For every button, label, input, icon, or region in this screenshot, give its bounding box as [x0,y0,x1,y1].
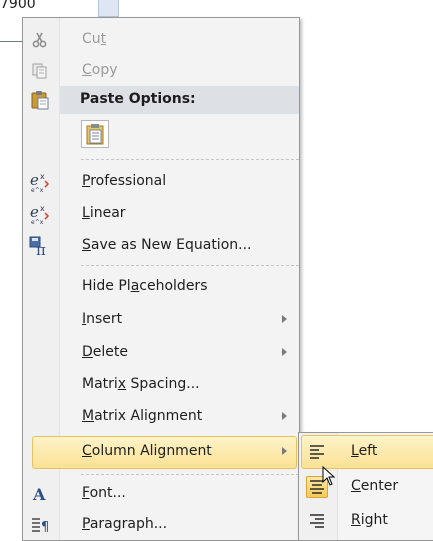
svg-text:x: x [40,204,45,213]
svg-text:e^x: e^x [31,187,44,193]
menu-item-cut[interactable]: Cut [25,24,297,56]
submenu-item-right[interactable]: Right [301,505,433,537]
svg-text:x: x [40,172,45,181]
menu-item-font[interactable]: A Font... [25,478,297,510]
submenu-item-center[interactable]: Center [301,471,433,503]
align-left-icon [306,441,328,463]
svg-text:A: A [32,485,46,504]
font-icon: A [29,484,51,504]
menu-item-column-alignment[interactable]: Column Alignment [25,436,297,468]
menu-item-professional[interactable]: e x e^x Professional [25,166,297,198]
submenu-arrow-icon [282,315,287,323]
background-cell [98,0,119,17]
menu-item-matrix-alignment[interactable]: Matrix Alignment [25,401,297,433]
clipboard-icon [29,90,51,110]
align-right-icon [306,510,328,532]
mouse-cursor-icon [322,466,336,486]
save-equation-icon: π [29,236,51,257]
scissors-icon [29,30,51,50]
paragraph-icon: ¶ [29,515,51,535]
menu-item-matrix-spacing[interactable]: Matrix Spacing... [25,369,297,401]
submenu-arrow-icon [282,447,287,455]
menu-item-delete[interactable]: Delete [25,337,297,369]
svg-text:e^x: e^x [31,219,44,225]
menu-item-paragraph[interactable]: ¶ Paragraph... [25,509,297,541]
svg-text:π: π [36,241,46,257]
submenu-arrow-icon [282,348,287,356]
menu-item-hide-placeholders[interactable]: Hide Placeholders [25,271,297,303]
menu-item-copy[interactable]: Copy [25,55,297,87]
paste-keep-text-button[interactable] [81,120,109,148]
svg-text:¶: ¶ [41,520,49,535]
background-cell-text: 7900 [0,0,36,12]
background-rule [0,41,24,42]
paste-text-icon [86,124,104,145]
context-menu: Cut Copy Paste Options: e x e^x Professi… [22,17,300,541]
menu-item-linear[interactable]: e x e^x Linear [25,198,297,230]
copy-icon [29,61,51,81]
menu-item-insert[interactable]: Insert [25,304,297,336]
equation-linear-icon: e x e^x [29,203,51,225]
submenu-arrow-icon [282,412,287,420]
submenu-item-left[interactable]: Left [301,436,433,468]
column-alignment-submenu: Left Center Right [298,432,433,541]
menu-item-save-as-new-equation[interactable]: π Save as New Equation... [25,230,297,262]
equation-professional-icon: e x e^x [29,171,51,193]
paste-options-header: Paste Options: [60,86,299,114]
